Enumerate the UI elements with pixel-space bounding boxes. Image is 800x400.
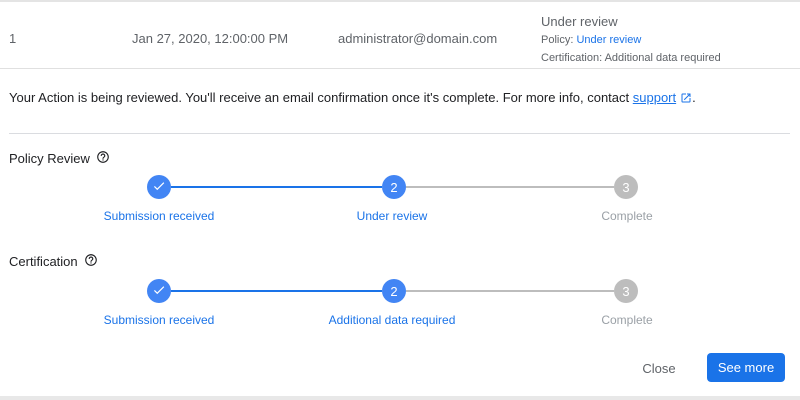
row-status: Under review Policy: Under review Certif… bbox=[541, 14, 721, 64]
message-text: Your Action is being reviewed. You'll re… bbox=[9, 90, 633, 105]
step-label: Submission received bbox=[103, 313, 215, 327]
check-icon bbox=[152, 283, 166, 300]
row-date: Jan 27, 2020, 12:00:00 PM bbox=[132, 31, 289, 46]
step-connector-pending bbox=[406, 186, 614, 188]
row-email: administrator@domain.com bbox=[338, 31, 498, 46]
policy-review-label: Policy Review bbox=[9, 150, 110, 167]
step-active-circle: 2 bbox=[382, 175, 406, 199]
see-more-button[interactable]: See more bbox=[707, 353, 785, 382]
review-message: Your Action is being reviewed. You'll re… bbox=[9, 90, 696, 107]
step-active-circle: 2 bbox=[382, 279, 406, 303]
step-done-circle bbox=[147, 279, 171, 303]
policy-review-stepper: 2 3 Submission received Under review Com… bbox=[0, 175, 800, 235]
step-number: 3 bbox=[622, 179, 630, 195]
status-title: Under review bbox=[541, 14, 618, 29]
step-label: Complete bbox=[601, 313, 653, 327]
certification-label: Certification bbox=[9, 253, 98, 270]
step-done-circle bbox=[147, 175, 171, 199]
step-pending-circle: 3 bbox=[614, 279, 638, 303]
step-connector-complete bbox=[171, 290, 382, 292]
support-link[interactable]: support bbox=[633, 90, 676, 105]
message-suffix: . bbox=[692, 90, 696, 105]
policy-status: Policy: Under review bbox=[541, 34, 721, 46]
step-number: 3 bbox=[622, 283, 630, 299]
help-icon[interactable] bbox=[84, 253, 98, 270]
policy-value: Under review bbox=[576, 34, 642, 46]
check-icon bbox=[152, 179, 166, 196]
divider bbox=[9, 133, 790, 134]
step-label: Submission received bbox=[103, 209, 215, 223]
policy-prefix: Policy: bbox=[541, 34, 577, 46]
certification-status: Certification: Additional data required bbox=[541, 52, 721, 64]
step-number: 2 bbox=[390, 283, 398, 299]
step-number: 2 bbox=[390, 179, 398, 195]
close-button[interactable]: Close bbox=[630, 354, 688, 382]
table-row[interactable]: 1 Jan 27, 2020, 12:00:00 PM administrato… bbox=[0, 2, 800, 69]
step-label: Under review bbox=[356, 209, 428, 223]
step-label: Complete bbox=[601, 209, 653, 223]
help-icon[interactable] bbox=[96, 150, 110, 167]
row-number: 1 bbox=[9, 31, 17, 46]
policy-review-title: Policy Review bbox=[9, 151, 90, 166]
step-connector-complete bbox=[171, 186, 382, 188]
certification-stepper: 2 3 Submission received Additional data … bbox=[0, 279, 800, 339]
step-connector-pending bbox=[406, 290, 614, 292]
step-pending-circle: 3 bbox=[614, 175, 638, 199]
step-label: Additional data required bbox=[328, 313, 456, 327]
bottom-border bbox=[0, 396, 800, 400]
external-link-icon[interactable] bbox=[680, 92, 692, 107]
certification-title: Certification bbox=[9, 254, 78, 269]
